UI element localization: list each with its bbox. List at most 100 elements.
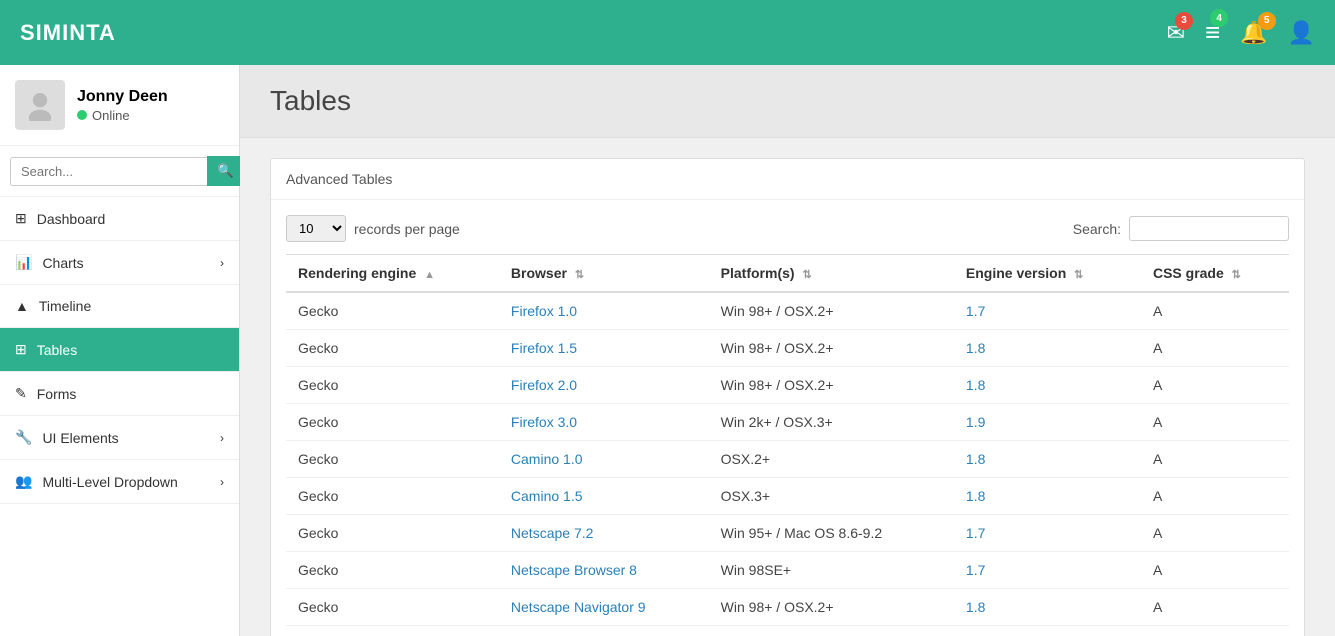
- cell-css-grade: A: [1141, 330, 1289, 367]
- cell-browser[interactable]: Firefox 1.0: [499, 292, 709, 330]
- menu-badge: 4: [1210, 9, 1228, 27]
- cell-engine-version: 1.8: [954, 441, 1141, 478]
- navbar-icons: ✉ 3 ≡ 4 🔔 5 👤: [1167, 17, 1315, 48]
- mail-badge: 3: [1175, 12, 1193, 30]
- sidebar: Jonny Deen Online 🔍 ⊞ Dashboard: [0, 65, 240, 636]
- cell-css-grade: A: [1141, 292, 1289, 330]
- data-table: Rendering engine ▲ Browser ⇅ Platform(s)…: [286, 254, 1289, 626]
- cell-rendering-engine: Gecko: [286, 589, 499, 626]
- cell-browser[interactable]: Netscape Browser 8: [499, 552, 709, 589]
- table-row: Gecko Netscape 7.2 Win 95+ / Mac OS 8.6-…: [286, 515, 1289, 552]
- user-panel: Jonny Deen Online: [0, 65, 239, 146]
- cell-browser[interactable]: Firefox 2.0: [499, 367, 709, 404]
- cell-css-grade: A: [1141, 478, 1289, 515]
- per-page-label: records per page: [354, 221, 460, 237]
- cell-engine-version: 1.8: [954, 478, 1141, 515]
- sidebar-item-charts[interactable]: 📊 Charts ›: [0, 241, 239, 285]
- col-browser[interactable]: Browser ⇅: [499, 255, 709, 293]
- status-dot: [77, 110, 87, 120]
- cell-css-grade: A: [1141, 404, 1289, 441]
- cell-engine-version: 1.9: [954, 404, 1141, 441]
- cell-engine-version: 1.7: [954, 515, 1141, 552]
- table-row: Gecko Netscape Browser 8 Win 98SE+ 1.7 A: [286, 552, 1289, 589]
- per-page-control: 10 25 50 100 records per page: [286, 215, 460, 242]
- user-icon-wrapper[interactable]: 👤: [1288, 20, 1315, 46]
- sidebar-item-tables[interactable]: ⊞ Tables: [0, 328, 239, 372]
- cell-engine-version: 1.8: [954, 589, 1141, 626]
- chevron-right-icon: ›: [220, 475, 224, 489]
- cell-platforms: Win 98+ / OSX.2+: [709, 367, 954, 404]
- timeline-icon: ▲: [15, 298, 29, 314]
- search-box: 🔍: [0, 146, 239, 197]
- search-icon: 🔍: [217, 163, 234, 178]
- tables-card: Advanced Tables 10 25 50 100 records per…: [270, 158, 1305, 636]
- cell-browser[interactable]: Netscape Navigator 9: [499, 589, 709, 626]
- content-area: Advanced Tables 10 25 50 100 records per…: [240, 138, 1335, 636]
- table-header-row: Rendering engine ▲ Browser ⇅ Platform(s)…: [286, 255, 1289, 293]
- sidebar-item-label: Charts: [42, 255, 83, 271]
- table-row: Gecko Firefox 1.5 Win 98+ / OSX.2+ 1.8 A: [286, 330, 1289, 367]
- table-controls: 10 25 50 100 records per page Search:: [286, 215, 1289, 242]
- charts-icon: 📊: [15, 254, 32, 271]
- cell-platforms: Win 2k+ / OSX.3+: [709, 404, 954, 441]
- cell-rendering-engine: Gecko: [286, 552, 499, 589]
- sidebar-item-forms[interactable]: ✎ Forms: [0, 372, 239, 416]
- table-row: Gecko Camino 1.5 OSX.3+ 1.8 A: [286, 478, 1289, 515]
- col-css-grade[interactable]: CSS grade ⇅: [1141, 255, 1289, 293]
- cell-engine-version: 1.8: [954, 330, 1141, 367]
- cell-browser[interactable]: Netscape 7.2: [499, 515, 709, 552]
- user-name: Jonny Deen: [77, 88, 168, 106]
- search-label: Search:: [1073, 221, 1121, 237]
- table-row: Gecko Firefox 1.0 Win 98+ / OSX.2+ 1.7 A: [286, 292, 1289, 330]
- search-input[interactable]: [10, 157, 207, 186]
- menu-icon-wrapper[interactable]: ≡ 4: [1205, 17, 1220, 48]
- table-row: Gecko Netscape Navigator 9 Win 98+ / OSX…: [286, 589, 1289, 626]
- dashboard-icon: ⊞: [15, 210, 27, 227]
- cell-engine-version: 1.8: [954, 367, 1141, 404]
- per-page-select[interactable]: 10 25 50 100: [286, 215, 346, 242]
- sidebar-item-ui-elements[interactable]: 🔧 UI Elements ›: [0, 416, 239, 460]
- cell-browser[interactable]: Camino 1.5: [499, 478, 709, 515]
- cell-css-grade: A: [1141, 515, 1289, 552]
- sidebar-item-label: Tables: [37, 342, 77, 358]
- cell-platforms: OSX.2+: [709, 441, 954, 478]
- cell-rendering-engine: Gecko: [286, 330, 499, 367]
- bell-badge: 5: [1258, 12, 1276, 30]
- cell-browser[interactable]: Firefox 3.0: [499, 404, 709, 441]
- sort-icon: ⇅: [575, 269, 584, 281]
- sidebar-menu: ⊞ Dashboard 📊 Charts › ▲ Timeline: [0, 197, 239, 504]
- cell-platforms: Win 98SE+: [709, 552, 954, 589]
- sidebar-item-timeline[interactable]: ▲ Timeline: [0, 285, 239, 328]
- sidebar-item-label: UI Elements: [42, 430, 118, 446]
- cell-browser[interactable]: Firefox 1.5: [499, 330, 709, 367]
- card-body: 10 25 50 100 records per page Search:: [271, 200, 1304, 636]
- page-header: Tables: [240, 65, 1335, 138]
- bell-icon-wrapper[interactable]: 🔔 5: [1240, 20, 1267, 46]
- tables-icon: ⊞: [15, 341, 27, 358]
- cell-rendering-engine: Gecko: [286, 367, 499, 404]
- search-button[interactable]: 🔍: [207, 156, 244, 186]
- col-rendering-engine[interactable]: Rendering engine ▲: [286, 255, 499, 293]
- user-last-name: Deen: [129, 88, 168, 105]
- table-row: Gecko Firefox 3.0 Win 2k+ / OSX.3+ 1.9 A: [286, 404, 1289, 441]
- user-icon: 👤: [1288, 20, 1315, 45]
- user-info: Jonny Deen Online: [77, 88, 168, 123]
- mail-icon-wrapper[interactable]: ✉ 3: [1167, 20, 1185, 46]
- cell-rendering-engine: Gecko: [286, 292, 499, 330]
- sidebar-item-label: Dashboard: [37, 211, 106, 227]
- col-platforms[interactable]: Platform(s) ⇅: [709, 255, 954, 293]
- sidebar-item-dashboard[interactable]: ⊞ Dashboard: [0, 197, 239, 241]
- cell-platforms: Win 95+ / Mac OS 8.6-9.2: [709, 515, 954, 552]
- sort-icon: ▲: [424, 269, 435, 281]
- sidebar-item-multi-level[interactable]: 👥 Multi-Level Dropdown ›: [0, 460, 239, 504]
- cell-platforms: Win 98+ / OSX.2+: [709, 589, 954, 626]
- cell-platforms: Win 98+ / OSX.2+: [709, 292, 954, 330]
- table-search-input[interactable]: [1129, 216, 1289, 241]
- table-body: Gecko Firefox 1.0 Win 98+ / OSX.2+ 1.7 A…: [286, 292, 1289, 626]
- sort-icon: ⇅: [802, 269, 811, 281]
- sidebar-item-label: Timeline: [39, 298, 91, 314]
- col-engine-version[interactable]: Engine version ⇅: [954, 255, 1141, 293]
- chevron-right-icon: ›: [220, 431, 224, 445]
- cell-rendering-engine: Gecko: [286, 478, 499, 515]
- cell-browser[interactable]: Camino 1.0: [499, 441, 709, 478]
